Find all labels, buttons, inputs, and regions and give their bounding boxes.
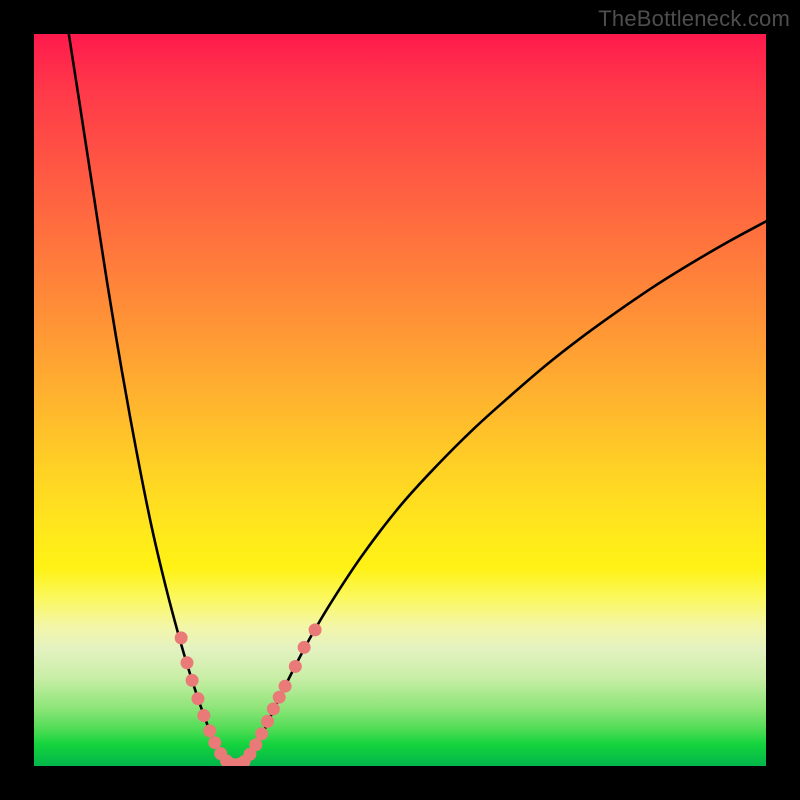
data-dots-group	[175, 624, 321, 766]
data-dot	[298, 641, 310, 653]
chart-svg	[34, 34, 766, 766]
chart-frame: TheBottleneck.com	[0, 0, 800, 800]
data-dot	[175, 632, 187, 644]
data-dot	[186, 674, 198, 686]
data-dot	[279, 680, 291, 692]
data-dot	[181, 657, 193, 669]
data-dot	[262, 715, 274, 727]
bottleneck-curve	[68, 34, 766, 766]
data-dot	[309, 624, 321, 636]
data-dot	[250, 739, 262, 751]
data-dot	[198, 709, 210, 721]
watermark-text: TheBottleneck.com	[598, 6, 790, 32]
data-dot	[256, 728, 268, 740]
data-dot	[273, 691, 285, 703]
data-dot	[267, 703, 279, 715]
data-dot	[204, 725, 216, 737]
data-dot	[192, 693, 204, 705]
plot-area	[34, 34, 766, 766]
data-dot	[209, 737, 221, 749]
data-dot	[289, 660, 301, 672]
